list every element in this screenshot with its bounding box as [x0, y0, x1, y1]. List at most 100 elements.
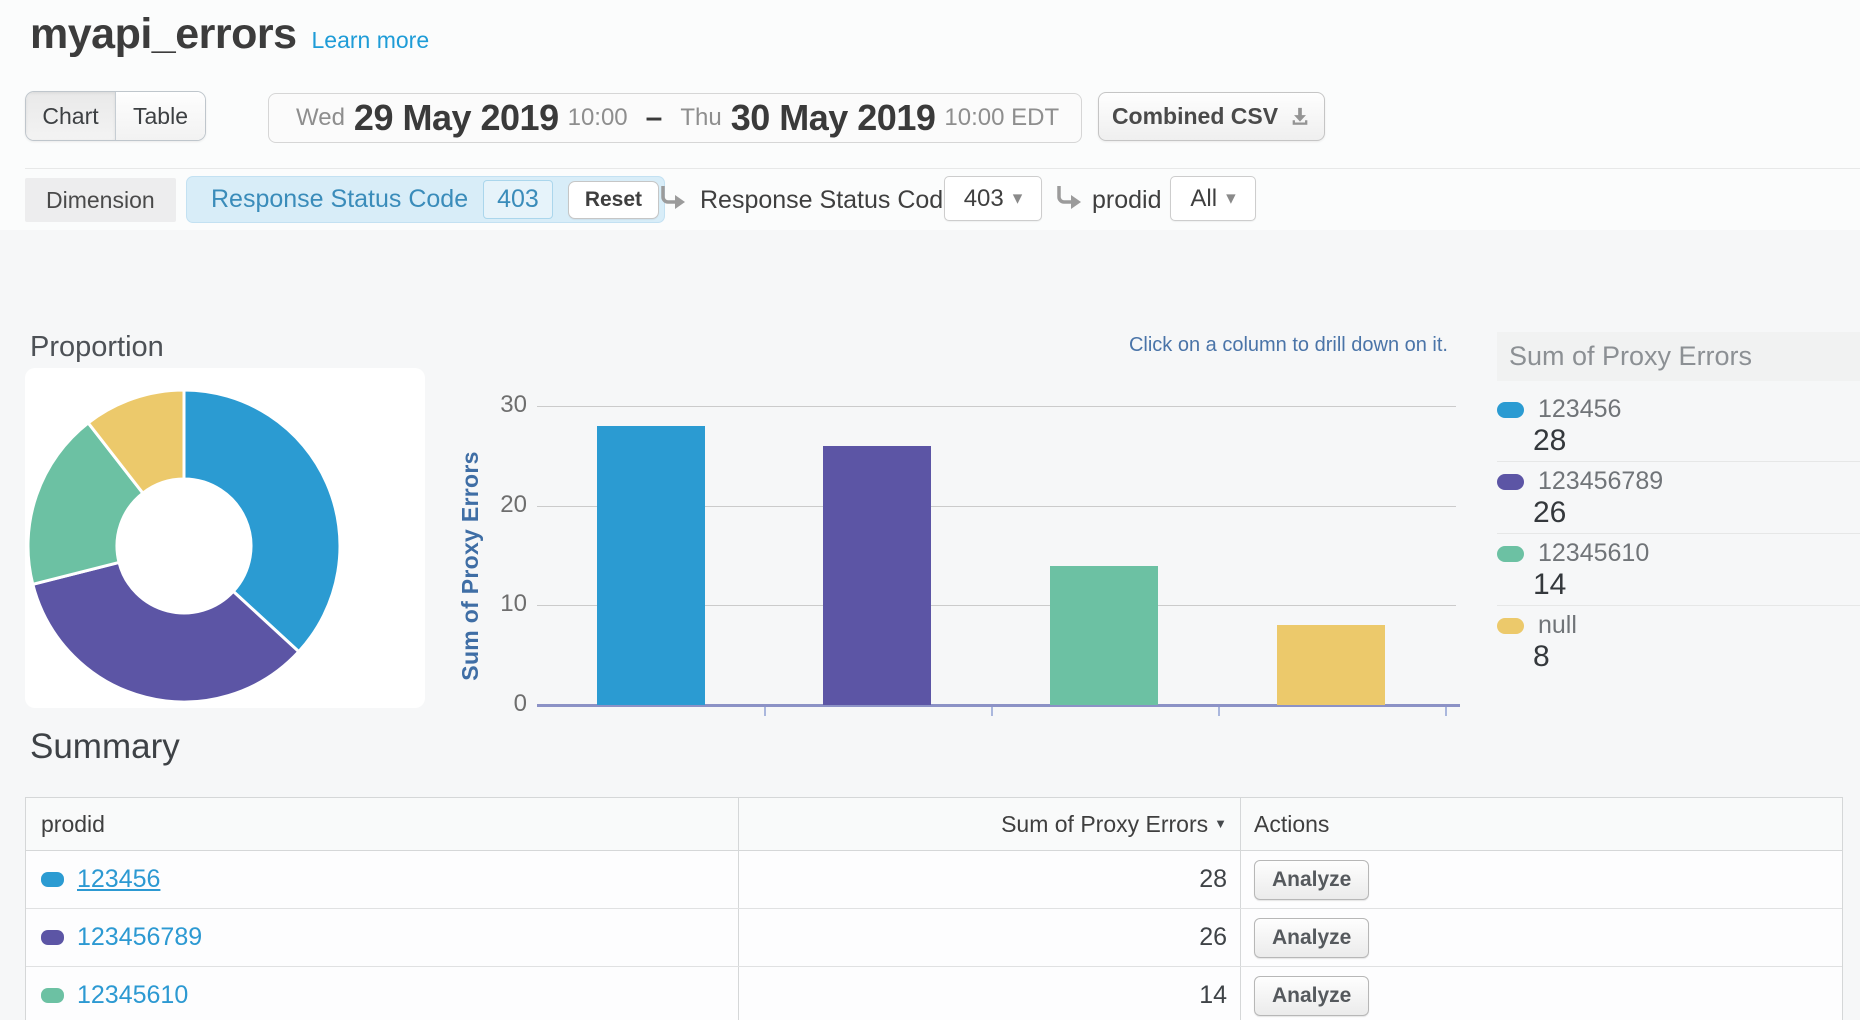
end-time: 10:00 EDT	[944, 104, 1059, 132]
analyze-button-12345610[interactable]: Analyze	[1254, 976, 1369, 1016]
legend-entries: 12345628123456789261234561014null8	[1490, 390, 1860, 678]
analyze-button-123456[interactable]: Analyze	[1254, 860, 1369, 900]
combined-csv-button[interactable]: Combined CSV	[1098, 92, 1325, 141]
actions-cell: Analyze	[1240, 851, 1842, 908]
legend-value: 28	[1533, 424, 1566, 458]
legend-title: Sum of Proxy Errors	[1497, 332, 1860, 381]
value-cell: 28	[738, 851, 1240, 908]
value-cell: 14	[738, 967, 1240, 1020]
legend-entry-12345610: 1234561014	[1490, 534, 1860, 606]
analytics-dashboard: myapi_errors Learn more Chart Table Wed …	[0, 0, 1860, 1020]
drilldown-1-select[interactable]: 403 ▾	[944, 176, 1042, 221]
chart-view-button[interactable]: Chart	[26, 92, 115, 140]
drilldown-1-name: Response Status Code	[700, 186, 957, 215]
chevron-down-icon: ▾	[1226, 189, 1236, 208]
proxy-errors-value: 28	[1199, 865, 1227, 894]
actions-cell: Analyze	[1240, 909, 1842, 966]
end-date: 30 May 2019	[731, 97, 936, 139]
legend-label: 12345610	[1538, 539, 1649, 568]
row-color-swatch	[41, 930, 64, 945]
view-toggle: Chart Table	[25, 91, 206, 141]
reset-button[interactable]: Reset	[568, 181, 659, 219]
learn-more-link[interactable]: Learn more	[312, 27, 430, 54]
date-range-separator: –	[646, 101, 663, 135]
x-tick	[1218, 707, 1220, 716]
row-color-swatch	[41, 872, 64, 887]
drilldown-arrow-icon	[1054, 184, 1082, 212]
filter-value-badge: 403	[483, 180, 553, 219]
column-header-prodid: prodid	[26, 798, 738, 850]
legend-label: null	[1538, 611, 1577, 640]
x-tick	[991, 707, 993, 716]
proxy-errors-value: 14	[1199, 981, 1227, 1010]
sort-descending-icon: ▼	[1214, 816, 1227, 831]
proxy-errors-value: 26	[1199, 923, 1227, 952]
end-day: Thu	[680, 104, 721, 132]
legend-label: 123456789	[1538, 467, 1663, 496]
page-title: myapi_errors	[30, 10, 297, 59]
drilldown-2-select[interactable]: All ▾	[1170, 176, 1256, 221]
legend-swatch	[1497, 474, 1524, 490]
legend-entry-null: null8	[1490, 606, 1860, 678]
bar-null[interactable]	[1277, 625, 1385, 705]
prodid-link-123456[interactable]: 123456	[77, 865, 160, 894]
prodid-cell: 123456789	[26, 909, 738, 966]
summary-table-header: prodid Sum of Proxy Errors ▼ Actions	[26, 798, 1842, 851]
chevron-down-icon: ▾	[1013, 189, 1023, 208]
x-tick	[1445, 707, 1447, 716]
drilldown-1-value: 403	[964, 185, 1004, 213]
actions-cell: Analyze	[1240, 967, 1842, 1020]
table-row-123456789: 123456789 26 Analyze	[26, 909, 1842, 967]
proportion-donut-chart	[24, 386, 344, 706]
bar-123456789[interactable]	[823, 446, 931, 705]
drilldown-2-value: All	[1190, 185, 1217, 213]
legend-entry-123456789: 12345678926	[1490, 462, 1860, 534]
download-icon	[1289, 106, 1311, 128]
legend-swatch	[1497, 618, 1524, 634]
prodid-link-12345610[interactable]: 12345610	[77, 981, 188, 1010]
prodid-cell: 123456	[26, 851, 738, 908]
column-header-sum-of-proxy-errors[interactable]: Sum of Proxy Errors ▼	[738, 798, 1240, 850]
gridline-30	[537, 406, 1456, 407]
analyze-button-123456789[interactable]: Analyze	[1254, 918, 1369, 958]
legend-swatch	[1497, 402, 1524, 418]
summary-title: Summary	[30, 727, 180, 767]
proportion-label: Proportion	[30, 331, 164, 364]
table-row-123456: 123456 28 Analyze	[26, 851, 1842, 909]
active-filter-chip: Response Status Code 403 Reset	[186, 176, 665, 223]
header-divider	[25, 168, 1860, 169]
legend-label: 123456	[1538, 395, 1621, 424]
legend-value: 8	[1533, 640, 1550, 674]
bar-12345610[interactable]	[1050, 566, 1158, 706]
summary-table-body: 12345628Analyze12345678926Analyze1234561…	[26, 851, 1842, 1020]
start-date: 29 May 2019	[354, 97, 559, 139]
row-color-swatch	[41, 988, 64, 1003]
start-day: Wed	[296, 104, 345, 132]
legend-swatch	[1497, 546, 1524, 562]
drilldown-2-name: prodid	[1092, 186, 1162, 215]
x-tick	[764, 707, 766, 716]
y-tick-label-20: 20	[467, 491, 527, 519]
prodid-cell: 12345610	[26, 967, 738, 1020]
drilldown-hint: Click on a column to drill down on it.	[900, 334, 1448, 357]
bar-123456[interactable]	[597, 426, 705, 705]
y-tick-label-0: 0	[467, 690, 527, 718]
date-range-picker[interactable]: Wed 29 May 2019 10:00 – Thu 30 May 2019 …	[268, 93, 1082, 143]
legend-value: 26	[1533, 496, 1566, 530]
proportion-donut-card	[25, 368, 425, 708]
legend-value: 14	[1533, 568, 1566, 602]
summary-table: prodid Sum of Proxy Errors ▼ Actions 123…	[25, 797, 1843, 1020]
drilldown-arrow-icon	[658, 184, 686, 212]
value-cell: 26	[738, 909, 1240, 966]
column-header-actions: Actions	[1240, 798, 1842, 850]
dimension-label: Dimension	[25, 178, 176, 222]
prodid-link-123456789[interactable]: 123456789	[77, 923, 202, 952]
y-tick-label-30: 30	[467, 391, 527, 419]
start-time: 10:00	[568, 104, 628, 132]
table-row-12345610: 12345610 14 Analyze	[26, 967, 1842, 1020]
title-row: myapi_errors Learn more	[30, 10, 429, 59]
bar-chart: Sum of Proxy Errors 0102030	[440, 380, 1470, 725]
table-view-button[interactable]: Table	[115, 92, 205, 140]
y-tick-label-10: 10	[467, 590, 527, 618]
filter-name: Response Status Code	[211, 185, 468, 214]
